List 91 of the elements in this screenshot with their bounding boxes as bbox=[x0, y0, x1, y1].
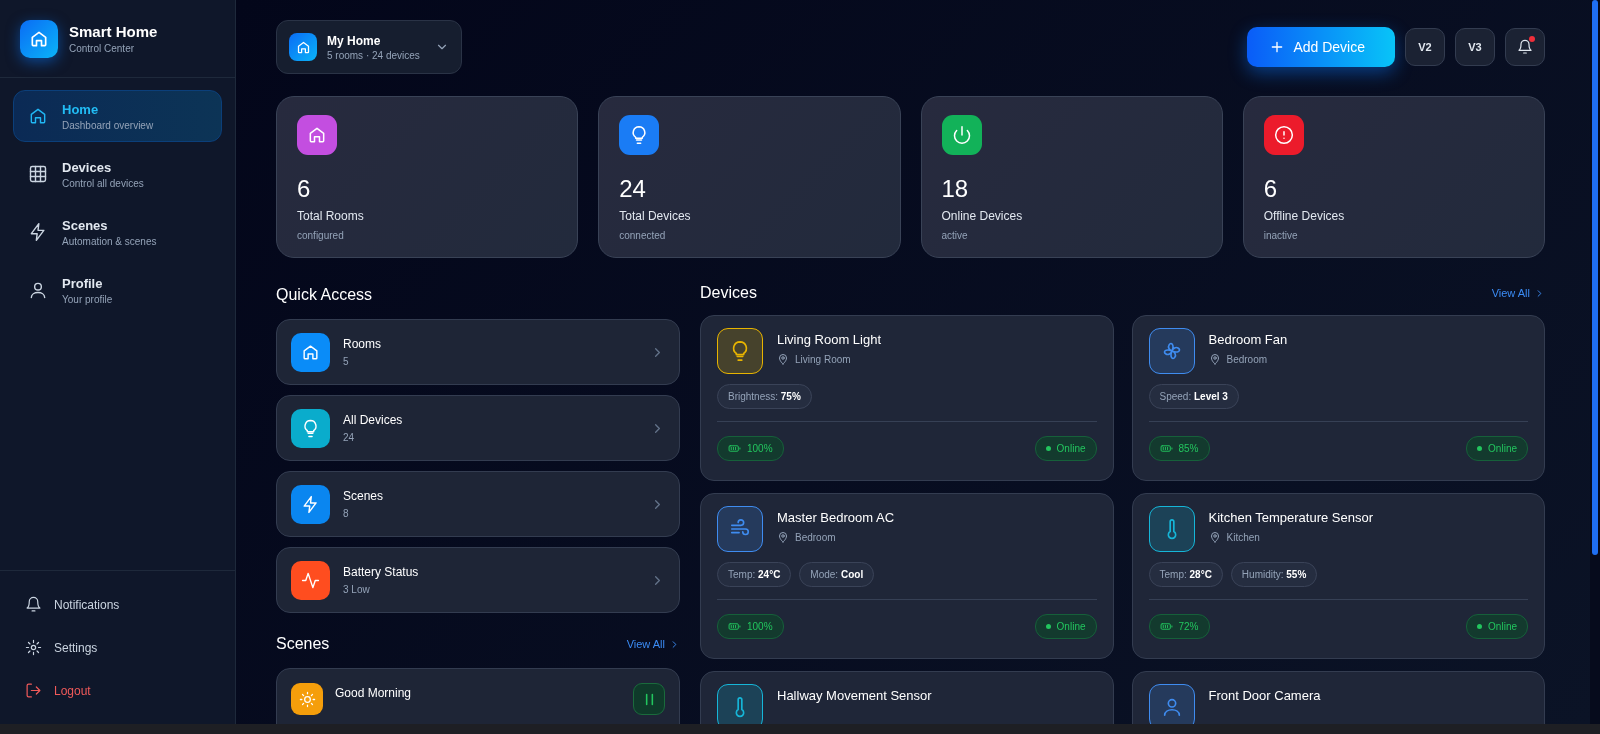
quick-access-item[interactable]: Scenes 8 bbox=[276, 471, 680, 537]
version-button[interactable]: V3 bbox=[1455, 28, 1495, 66]
location-pin-icon bbox=[1208, 531, 1221, 543]
property-chip: Temp: 28°C bbox=[1148, 562, 1223, 587]
device-card[interactable]: Bedroom Fan Bedroom Speed: Level 3 85% Online bbox=[1131, 315, 1545, 481]
stat-value: 18 bbox=[941, 175, 970, 203]
stat-note: active bbox=[941, 230, 969, 241]
device-name: Living Room Light bbox=[777, 332, 882, 347]
settings-icon bbox=[25, 639, 42, 656]
location-pin-icon bbox=[777, 353, 789, 365]
property-chip: Brightness: 75% bbox=[717, 384, 812, 409]
bell-icon bbox=[25, 596, 42, 613]
device-name: Master Bedroom AC bbox=[777, 510, 895, 525]
quick-access-item[interactable]: Battery Status 3 Low bbox=[276, 547, 680, 613]
stat-value: 6 bbox=[1263, 175, 1279, 203]
device-card[interactable]: Kitchen Temperature Sensor Kitchen Temp: 28°C Humidity: 55% 72% Online bbox=[1131, 493, 1545, 659]
stat-note: inactive bbox=[1263, 230, 1299, 241]
add-device-button[interactable]: Add Device bbox=[1247, 27, 1395, 67]
device-name: Kitchen Temperature Sensor bbox=[1208, 510, 1374, 525]
location-pin-icon bbox=[1208, 353, 1221, 365]
item-label: Rooms bbox=[343, 337, 382, 351]
home-selector[interactable]: My Home 5 rooms · 24 devices bbox=[276, 20, 462, 74]
item-count: 24 bbox=[343, 432, 356, 443]
logout-icon bbox=[25, 682, 42, 699]
grid-icon bbox=[28, 164, 48, 184]
sidebar-link[interactable]: Logout bbox=[13, 669, 222, 712]
stat-note: configured bbox=[297, 230, 345, 241]
device-room: Kitchen bbox=[1226, 531, 1260, 543]
scene-card[interactable]: Good Morning bbox=[276, 668, 680, 724]
device-room: Living Room bbox=[795, 353, 851, 365]
sidebar-link[interactable]: Notifications bbox=[13, 583, 222, 626]
device-card[interactable]: Front Door Camera bbox=[1131, 671, 1545, 724]
device-card[interactable]: Master Bedroom AC Bedroom Temp: 24°C Mode: Cool 100% Online bbox=[700, 493, 1114, 659]
section-title: Scenes bbox=[276, 635, 330, 653]
location-pin-icon bbox=[777, 531, 789, 543]
device-room: Bedroom bbox=[1226, 353, 1268, 365]
battery-badge: 100% bbox=[717, 614, 784, 639]
app-title: Smart Home bbox=[69, 23, 158, 40]
device-name: Front Door Camera bbox=[1208, 688, 1321, 703]
home-icon bbox=[28, 106, 48, 126]
stat-label: Total Devices bbox=[619, 209, 692, 223]
notifications-button[interactable] bbox=[1505, 28, 1545, 66]
nav-item[interactable]: Scenes Automation & scenes bbox=[13, 206, 222, 258]
quick-access-item[interactable]: Rooms 5 bbox=[276, 319, 680, 385]
item-label: Battery Status bbox=[343, 565, 420, 579]
battery-badge: 100% bbox=[717, 436, 784, 461]
item-count: 5 bbox=[343, 356, 350, 367]
view-all-link[interactable]: View All bbox=[626, 638, 680, 650]
item-count: 8 bbox=[343, 508, 350, 519]
property-chip: Speed: Level 3 bbox=[1148, 384, 1239, 409]
stat-value: 6 bbox=[297, 175, 312, 203]
sidebar-link[interactable]: Settings bbox=[13, 626, 222, 669]
device-card[interactable]: Living Room Light Living Room Brightness: 75% 100% Online bbox=[700, 315, 1114, 481]
property-chip: Temp: 24°C bbox=[717, 562, 792, 587]
nav-item[interactable]: Home Dashboard overview bbox=[13, 90, 222, 142]
item-count: 3 Low bbox=[343, 584, 371, 595]
user-icon bbox=[28, 280, 48, 300]
nav-item[interactable]: Devices Control all devices bbox=[13, 148, 222, 200]
quick-access-item[interactable]: All Devices 24 bbox=[276, 395, 680, 461]
item-label: All Devices bbox=[343, 413, 404, 427]
status-badge: Online bbox=[1466, 614, 1528, 639]
app-subtitle: Control Center bbox=[69, 43, 136, 54]
nav-item[interactable]: Profile Your profile bbox=[13, 264, 222, 316]
view-all-link[interactable]: View All bbox=[1491, 287, 1545, 299]
stat-note: connected bbox=[619, 230, 667, 241]
home-icon bbox=[289, 33, 317, 61]
device-name: Hallway Movement Sensor bbox=[777, 688, 932, 703]
stat-value: 24 bbox=[619, 175, 647, 203]
item-label: Scenes bbox=[343, 489, 385, 503]
status-badge: Online bbox=[1034, 614, 1097, 639]
device-card[interactable]: Hallway Movement Sensor bbox=[700, 671, 1114, 724]
battery-badge: 85% bbox=[1148, 436, 1210, 461]
stat-label: Online Devices bbox=[941, 209, 1024, 223]
app-logo bbox=[20, 19, 58, 58]
section-title: Devices bbox=[700, 284, 757, 302]
bell-icon bbox=[1517, 39, 1533, 55]
status-badge: Online bbox=[1466, 436, 1528, 461]
scrollbar[interactable] bbox=[1592, 0, 1598, 555]
scene-name: Good Morning bbox=[335, 685, 413, 700]
property-chip: Humidity: 55% bbox=[1230, 562, 1318, 587]
stat-label: Offline Devices bbox=[1263, 209, 1346, 223]
device-room: Bedroom bbox=[795, 531, 836, 543]
pause-button[interactable] bbox=[633, 683, 665, 715]
device-name: Bedroom Fan bbox=[1208, 332, 1288, 347]
property-chip: Mode: Cool bbox=[799, 562, 875, 587]
stat-label: Total Rooms bbox=[297, 209, 365, 223]
battery-badge: 72% bbox=[1148, 614, 1210, 639]
version-button[interactable]: V2 bbox=[1405, 28, 1445, 66]
section-title: Quick Access bbox=[276, 286, 374, 304]
sun-icon bbox=[291, 683, 323, 715]
status-badge: Online bbox=[1034, 436, 1097, 461]
